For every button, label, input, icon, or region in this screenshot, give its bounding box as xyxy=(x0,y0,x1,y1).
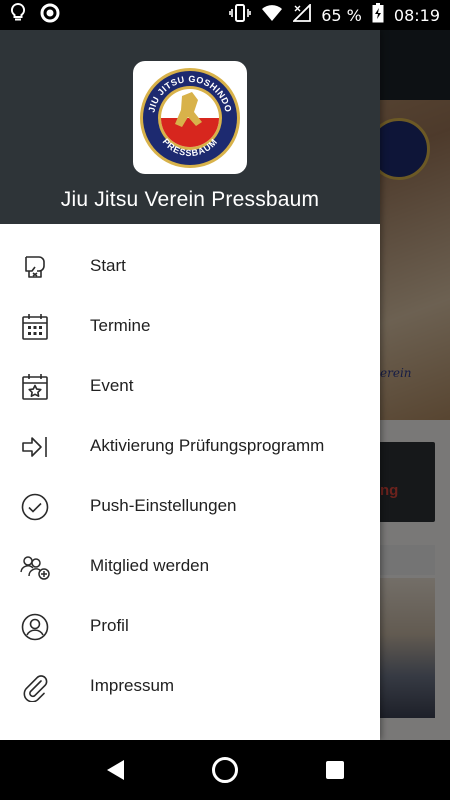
home-icon[interactable] xyxy=(205,750,245,790)
club-logo: JIU JITSU GOSHINDO PRESSBAUM xyxy=(133,61,247,174)
check-circle-icon xyxy=(19,491,51,523)
menu-label-profil: Profil xyxy=(90,616,129,635)
battery-charging-icon xyxy=(372,3,384,27)
battery-percent: 65 % xyxy=(321,5,362,25)
menu-item-profil[interactable]: Profil xyxy=(0,596,380,656)
wifi-icon xyxy=(261,4,283,26)
back-icon[interactable] xyxy=(95,750,135,790)
paperclip-icon xyxy=(19,671,51,703)
status-bar: 65 % 08:19 xyxy=(0,0,450,30)
drawer-title: Jiu Jitsu Verein Pressbaum xyxy=(60,188,320,211)
menu-item-impressum[interactable]: Impressum xyxy=(0,656,380,716)
menu-item-event[interactable]: Event xyxy=(0,356,380,416)
screen: 65 % 08:19 erein ng xyxy=(0,0,450,800)
add-member-icon xyxy=(19,551,51,583)
system-navigation-bar xyxy=(0,740,450,800)
lightbulb-icon xyxy=(10,2,26,28)
menu-item-mitglied-werden[interactable]: Mitglied werden xyxy=(0,536,380,596)
arrow-into-bar-icon xyxy=(19,431,51,463)
menu-label-start: Start xyxy=(90,256,126,275)
menu-item-start[interactable]: Start xyxy=(0,236,380,296)
vibrate-icon xyxy=(229,4,252,26)
menu-item-termine[interactable]: Termine xyxy=(0,296,380,356)
user-circle-icon xyxy=(19,611,51,643)
recents-icon[interactable] xyxy=(315,750,355,790)
navigation-drawer: JIU JITSU GOSHINDO PRESSBAUM Jiu Jitsu V… xyxy=(0,30,380,740)
circle-app-icon xyxy=(40,3,60,28)
menu-item-aktivierung[interactable]: Aktivierung Prüfungsprogramm xyxy=(0,416,380,476)
menu-label-termine: Termine xyxy=(90,316,151,335)
menu-label-event: Event xyxy=(90,376,134,395)
club-logo-emblem: JIU JITSU GOSHINDO PRESSBAUM xyxy=(140,67,240,168)
clock: 08:19 xyxy=(393,5,440,25)
menu-label-push-einstellungen: Push-Einstellungen xyxy=(90,496,237,515)
drawer-menu: Start Termine Event Aktivierung Prüfungs… xyxy=(0,224,380,716)
calendar-star-icon xyxy=(19,371,51,403)
status-right: 65 % 08:19 xyxy=(229,2,440,27)
calendar-icon xyxy=(19,311,51,343)
status-left xyxy=(10,2,60,28)
menu-label-aktivierung: Aktivierung Prüfungsprogramm xyxy=(90,436,325,455)
menu-item-push-einstellungen[interactable]: Push-Einstellungen xyxy=(0,476,380,536)
drawer-header: JIU JITSU GOSHINDO PRESSBAUM Jiu Jitsu V… xyxy=(0,30,380,224)
signal-icon xyxy=(292,2,312,26)
menu-label-mitglied-werden: Mitglied werden xyxy=(90,556,210,575)
menu-label-impressum: Impressum xyxy=(90,676,175,695)
boxing-glove-icon xyxy=(19,251,51,283)
